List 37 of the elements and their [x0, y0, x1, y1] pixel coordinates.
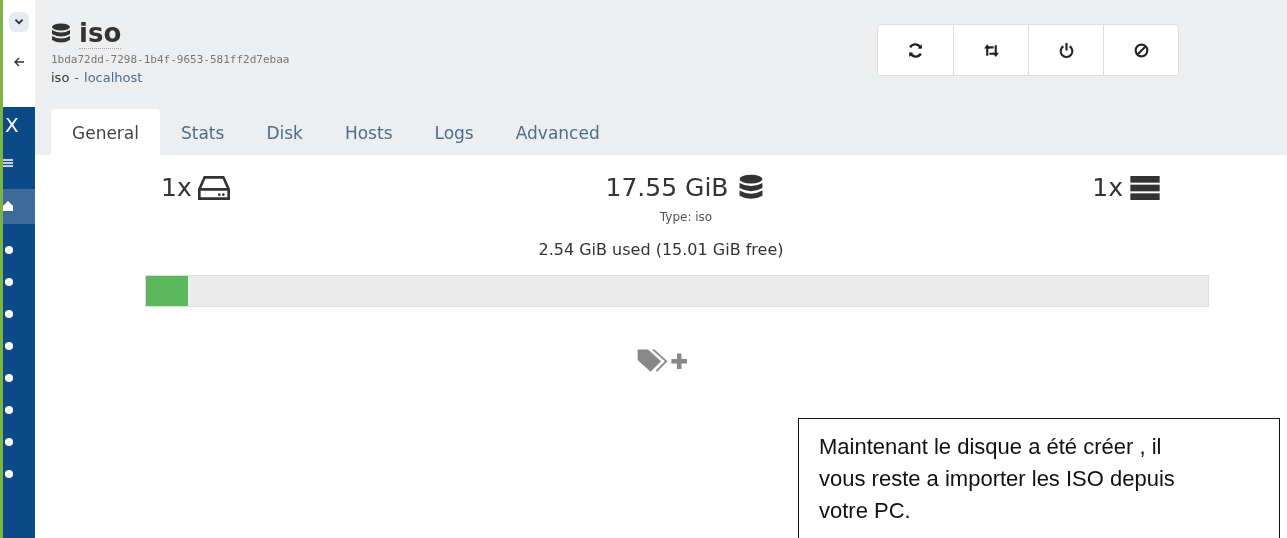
tab[interactable]: Advanced — [494, 109, 621, 155]
separator-text: - — [74, 70, 80, 85]
disk-count: 1x — [161, 173, 192, 202]
ban-icon — [1132, 41, 1150, 59]
sidebar-icon[interactable] — [3, 308, 13, 320]
storage-type: Type: iso — [659, 210, 713, 224]
hard-drive-icon — [197, 173, 230, 202]
sidebar-icon[interactable] — [3, 436, 13, 448]
storage-name: iso — [51, 70, 70, 85]
sidebar-icon[interactable] — [3, 276, 13, 288]
sidebar-icon[interactable] — [3, 372, 13, 384]
tab[interactable]: General — [51, 109, 160, 155]
tab[interactable]: Stats — [160, 109, 246, 155]
ban-button[interactable] — [1103, 25, 1178, 75]
sidebar-icon[interactable] — [3, 340, 13, 352]
storage-title: iso — [79, 18, 122, 49]
power-icon — [1057, 41, 1075, 59]
annotation-callout: Maintenant le disque a été créer , il vous reste a importer les ISO depuis votre PC. — [798, 418, 1280, 538]
storage-size: 17.55 GiB — [605, 173, 729, 202]
refresh-icon — [907, 41, 924, 59]
storage-uuid: 1bda72dd-7298-1b4f-9653-581ff2d7ebaa — [51, 53, 290, 66]
sidebar-logo[interactable]: X — [3, 113, 19, 137]
tab[interactable]: Hosts — [323, 109, 414, 155]
home-icon[interactable] — [3, 200, 13, 212]
host-link[interactable]: localhost — [84, 70, 143, 85]
chevron-icon[interactable] — [9, 12, 29, 32]
tab[interactable]: Logs — [413, 109, 495, 155]
sidebar-icon[interactable] — [3, 244, 13, 256]
host-count: 1x — [1092, 173, 1123, 202]
sidebar-icon[interactable] — [3, 404, 13, 416]
tab[interactable]: Disk — [245, 109, 324, 155]
menu-icon[interactable] — [3, 157, 13, 169]
sidebar-icon[interactable] — [3, 468, 13, 480]
usage-text: 2.54 GiB used (15.01 GiB free) — [538, 240, 784, 259]
back-arrow-icon[interactable] — [13, 56, 25, 68]
swap-arrows-icon — [982, 41, 1000, 59]
server-icon — [1129, 173, 1161, 202]
